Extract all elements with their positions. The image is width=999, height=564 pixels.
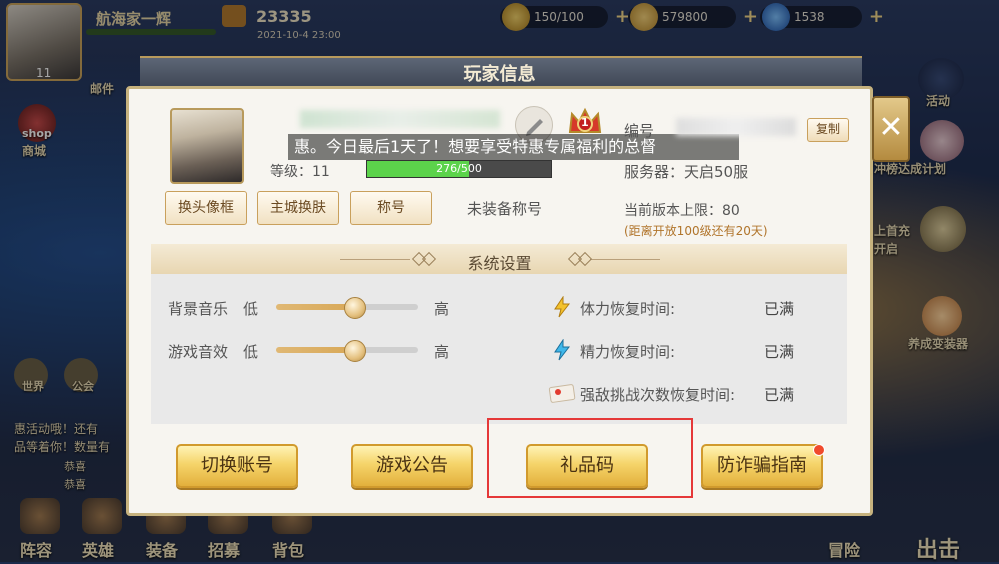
challenge-ticket-icon [548,384,576,403]
sfx-slider-knob[interactable] [344,340,367,362]
no-title-text: 未装备称号 [467,200,543,218]
sfx-low-label: 低 [243,343,259,361]
city-skin-button[interactable]: 主城换肤 [257,191,339,225]
server-label: 服务器：天启50服 [624,163,749,181]
player-name-blurred [300,110,500,128]
player-id-blurred [676,118,796,136]
scrolling-banner: 惠。今日最后1天了！想要享受特惠专属福利的总督 [288,134,739,160]
notification-dot [813,444,825,456]
announcement-button[interactable]: 游戏公告 [351,444,473,488]
bgm-low-label: 低 [243,300,259,318]
challenge-label: 强敌挑战次数恢复时间: [580,386,736,404]
stamina-lightning-icon [554,296,571,318]
sfx-label: 游戏音效 [168,343,229,361]
challenge-value: 已满 [764,386,795,404]
player-portrait[interactable] [170,108,244,184]
sfx-high-label: 高 [434,343,450,361]
switch-account-button[interactable]: 切换账号 [176,444,298,488]
stamina-value: 已满 [764,300,795,318]
anti-fraud-button[interactable]: 防诈骗指南 [701,444,823,488]
title-button[interactable]: 称号 [350,191,432,225]
version-cap-label: 当前版本上限：80 [624,203,740,219]
bgm-high-label: 高 [434,300,450,318]
dialog-title: 玩家信息 [463,64,536,85]
bgm-slider-knob[interactable] [344,297,367,319]
level-label: 等级：11 [270,164,330,180]
version-note: (距离开放100级还有20天) [624,224,768,238]
exp-bar: 276/500 [366,160,552,178]
avatar-frame-button[interactable]: 换头像框 [165,191,247,225]
exp-text: 276/500 [436,162,482,175]
close-button[interactable]: ✕ [872,96,910,162]
bgm-label: 背景音乐 [168,300,229,318]
energy-lightning-icon [554,339,571,361]
id-label: 编号 [624,122,655,140]
settings-title: 系统设置 [467,254,532,273]
stamina-label: 体力恢复时间: [580,300,676,318]
highlight-frame [487,418,693,498]
vip-level: 1 [581,116,589,129]
copy-id-button[interactable]: 复制 [807,118,849,142]
energy-label: 精力恢复时间: [580,343,676,361]
energy-value: 已满 [764,343,795,361]
